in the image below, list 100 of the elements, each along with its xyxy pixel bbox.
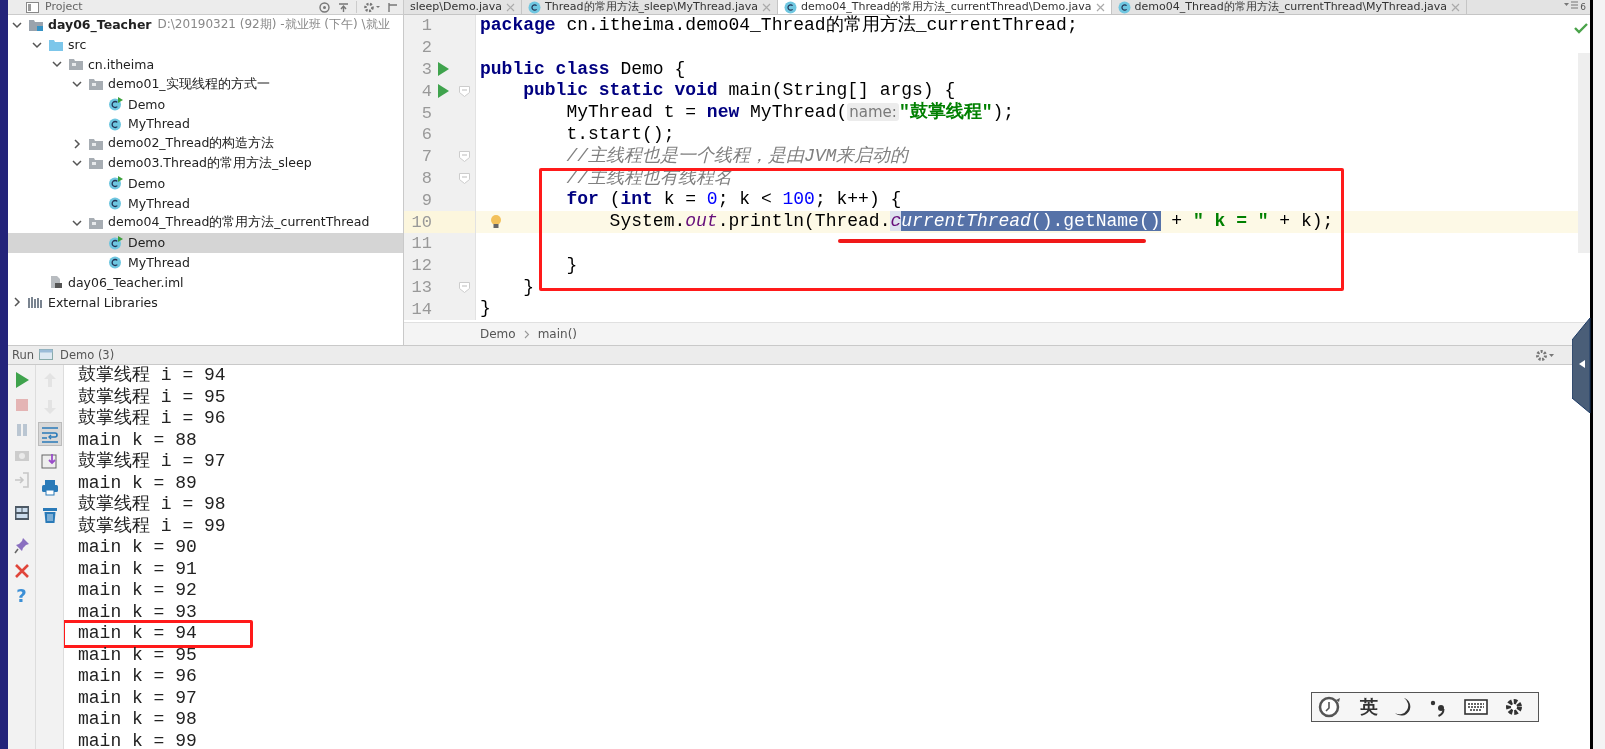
editor-tab[interactable]: Thread的常用方法_sleep\MyThread.java — [522, 0, 779, 14]
runnable-class-icon — [108, 97, 124, 112]
console-line: 鼓掌线程 i = 99 — [78, 515, 226, 537]
run-tab[interactable]: Demo (3) — [60, 348, 115, 362]
tree-item[interactable]: Demo — [8, 232, 403, 253]
close-icon[interactable] — [13, 562, 30, 580]
run-icon[interactable] — [13, 371, 30, 389]
code-line: t.start(); — [565, 124, 675, 146]
tree-item[interactable]: MyThread — [8, 193, 403, 213]
line-number: 6 — [420, 125, 432, 145]
tab-list-icon[interactable] — [1564, 0, 1579, 10]
tree-item[interactable]: demo01_实现线程的方式一 — [8, 74, 403, 95]
lightbulb-icon[interactable] — [490, 214, 502, 231]
console-line: main k = 89 — [78, 472, 197, 494]
tree-item[interactable]: Demo — [8, 173, 403, 194]
chevron-right-icon[interactable] — [12, 297, 22, 308]
chevron-down-icon[interactable] — [12, 19, 22, 30]
line-number: 3 — [420, 60, 432, 79]
tree-item[interactable]: MyThread — [8, 252, 403, 273]
module-folder-icon — [28, 17, 44, 32]
run-icon[interactable] — [437, 62, 449, 77]
input-method-toolbar[interactable]: 英 — [1311, 692, 1539, 722]
window-icon — [39, 348, 56, 362]
package-folder-icon — [88, 77, 104, 92]
code-line: //主线程也是一个线程，是由JVM来启动的 — [565, 145, 909, 168]
console-line: main k = 98 — [78, 709, 197, 731]
runnable-class-icon — [108, 235, 124, 250]
chevron-down-icon[interactable] — [52, 59, 62, 70]
run-icon[interactable] — [437, 84, 449, 99]
line-number: 12 — [410, 256, 432, 276]
hidden-tab-count: 6 — [1579, 1, 1587, 14]
console-line: main k = 95 — [78, 644, 197, 666]
console-line: 鼓掌线程 i = 95 — [78, 386, 226, 408]
package-folder-icon — [88, 215, 104, 230]
breadcrumb-item[interactable]: Demo — [480, 327, 516, 341]
settings-icon[interactable] — [1504, 697, 1524, 717]
fold-marker-icon[interactable] — [458, 172, 470, 184]
line-number: 13 — [410, 277, 432, 297]
tree-item[interactable]: day06_Teacher D:\20190321 (92期) -就业班 (下午) \就业 — [8, 15, 403, 35]
console-line: main k = 99 — [78, 730, 197, 749]
editor-tab[interactable]: demo04_Thread的常用方法_currentThread\MyThread.java — [1111, 0, 1468, 14]
tree-item[interactable]: cn.itheima — [8, 54, 403, 75]
class-icon — [108, 196, 124, 211]
tree-item[interactable]: MyThread — [8, 114, 403, 134]
moon-icon[interactable] — [1394, 697, 1412, 717]
class-icon — [108, 116, 124, 131]
line-number: 10 — [410, 212, 432, 232]
panel-handle[interactable] — [1572, 318, 1592, 413]
fold-marker-icon[interactable] — [458, 281, 470, 293]
chevron-down-icon[interactable] — [32, 39, 42, 50]
tree-item[interactable]: demo04_Thread的常用方法_currentThread — [8, 212, 403, 233]
tree-item[interactable]: External Libraries — [8, 292, 403, 312]
hide-panel-icon[interactable] — [387, 1, 399, 13]
console-line: main k = 96 — [78, 666, 197, 688]
console-line: 鼓掌线程 i = 98 — [78, 494, 226, 516]
panel-title[interactable]: Project — [45, 0, 83, 14]
code-line: for (int k = 0; k < 100; k++) { — [565, 189, 902, 212]
chevron-right-icon — [523, 329, 530, 339]
code-line: System.out.println(Thread.currentThread().getName() + " k = " + k); — [608, 211, 1334, 233]
pin-icon[interactable] — [13, 537, 30, 555]
line-number: 11 — [410, 234, 432, 254]
editor-tab[interactable]: demo04_Thread的常用方法_currentThread\Demo.java — [778, 0, 1112, 14]
scrollbar[interactable] — [1578, 53, 1590, 253]
collapse-all-icon[interactable] — [337, 1, 350, 13]
code-line: public static void main(String[] args) { — [522, 80, 956, 102]
tree-item[interactable]: demo02_Thread的构造方法 — [8, 133, 403, 154]
fold-marker-icon[interactable] — [458, 85, 470, 97]
console-line: main k = 91 — [78, 558, 197, 580]
tree-item[interactable]: Demo — [8, 94, 403, 114]
keyboard-icon[interactable] — [1464, 699, 1488, 715]
console-line: 鼓掌线程 i = 94 — [78, 365, 226, 387]
package-folder-icon — [68, 57, 84, 72]
fold-marker-icon[interactable] — [458, 151, 470, 163]
line-number: 14 — [410, 299, 432, 319]
breadcrumb-item[interactable]: main() — [537, 327, 577, 341]
line-number: 1 — [420, 16, 432, 36]
code-line: package cn.itheima.demo04_Thread的常用方法_currentThread; — [480, 15, 1078, 37]
code-line: } — [565, 254, 578, 277]
line-number: 4 — [420, 81, 432, 101]
locate-icon[interactable] — [318, 1, 331, 13]
tree-item[interactable]: demo03.Thread的常用方法_sleep — [8, 153, 403, 174]
console-line: main k = 97 — [78, 687, 197, 709]
layout-icon[interactable] — [13, 504, 30, 522]
code-line: } — [480, 298, 491, 321]
code-line: MyThread t = new MyThread(name:"鼓掌线程"); — [565, 102, 1015, 124]
chevron-right-icon[interactable] — [72, 138, 82, 149]
chevron-down-icon[interactable] — [72, 158, 82, 169]
editor-tab[interactable]: sleep\Demo.java — [404, 0, 523, 14]
chevron-down-icon[interactable] — [72, 217, 82, 228]
folder-icon — [48, 37, 64, 52]
chevron-down-icon[interactable] — [72, 79, 82, 90]
line-number: 7 — [420, 147, 432, 167]
close-icon[interactable] — [1095, 2, 1105, 12]
tree-item[interactable]: day06_Teacher.iml — [8, 272, 403, 293]
input-mode-label[interactable]: 英 — [1360, 695, 1378, 719]
console-line: 鼓掌线程 i = 96 — [78, 408, 226, 430]
tree-item[interactable]: src — [8, 34, 403, 55]
check-icon — [1574, 23, 1588, 34]
line-number: 2 — [420, 38, 432, 58]
panel-title[interactable]: Run — [12, 348, 35, 362]
